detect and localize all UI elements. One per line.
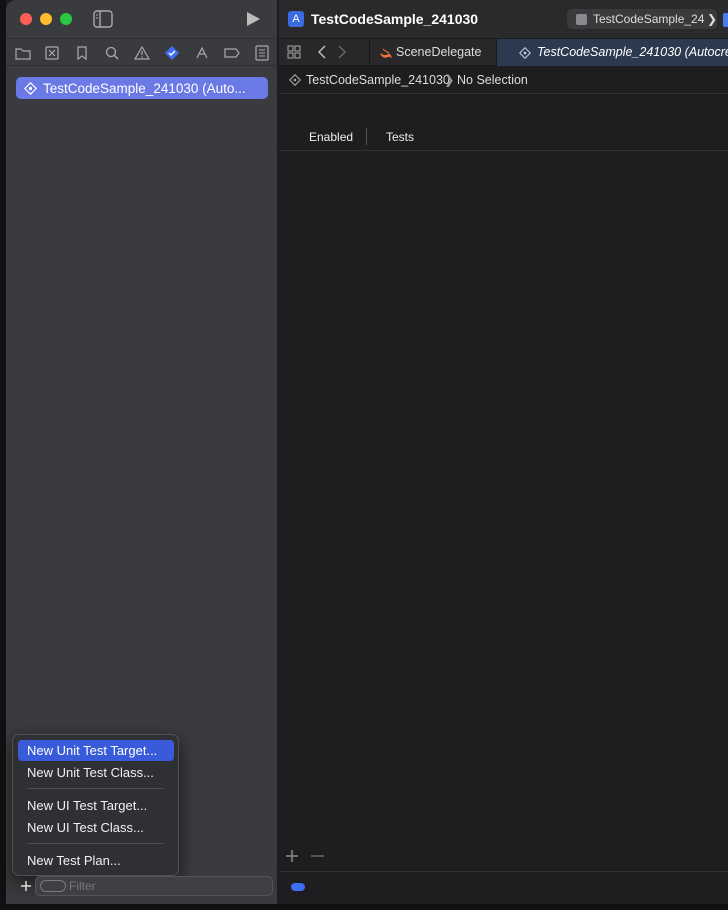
jump-bar-project[interactable]: TestCodeSample_241030 (306, 73, 450, 87)
search-icon[interactable] (103, 44, 121, 62)
column-enabled[interactable]: Enabled (309, 130, 353, 144)
editor-area: A TestCodeSample_241030 TestCodeSample_2… (279, 0, 728, 904)
xcode-project-icon: A (288, 11, 304, 27)
jump-bar-selection[interactable]: No Selection (457, 73, 528, 87)
window-title-bar: A TestCodeSample_241030 TestCodeSample_2… (279, 0, 728, 38)
menu-item-new-test-plan[interactable]: New Test Plan... (18, 850, 174, 871)
filter-placeholder: Filter (69, 879, 96, 893)
menu-separator (27, 788, 163, 789)
test-icon[interactable] (163, 44, 181, 62)
minimize-window-button[interactable] (40, 13, 52, 25)
menu-separator (27, 843, 163, 844)
window-edge (0, 904, 728, 910)
remove-icon[interactable] (311, 855, 324, 857)
test-target-row[interactable]: TestCodeSample_241030 (Auto... (16, 77, 268, 99)
source-control-icon[interactable] (43, 44, 61, 62)
column-tests[interactable]: Tests (386, 130, 414, 144)
tab-test-target[interactable]: TestCodeSample_241030 (Autocreat (497, 39, 728, 66)
test-target-label: TestCodeSample_241030 (Auto... (43, 80, 246, 96)
debug-icon[interactable] (193, 44, 211, 62)
filter-options-icon[interactable] (40, 880, 66, 892)
navigator-toolbar (6, 38, 278, 66)
menu-item-new-unit-test-target[interactable]: New Unit Test Target... (18, 740, 174, 761)
folder-icon[interactable] (14, 44, 32, 62)
column-divider (366, 128, 367, 145)
project-title: TestCodeSample_241030 (311, 11, 479, 27)
navigator-filter-bar: Filter (6, 873, 278, 901)
menu-item-new-ui-test-class[interactable]: New UI Test Class... (18, 817, 174, 838)
debug-area-indicator-icon[interactable] (291, 883, 305, 891)
add-icon[interactable] (19, 879, 33, 893)
swift-icon (380, 48, 392, 59)
scheme-selector[interactable]: TestCodeSample_24 ❯ (567, 9, 717, 29)
warning-icon[interactable] (133, 44, 151, 62)
report-icon[interactable] (253, 44, 271, 62)
grid-icon[interactable] (287, 45, 301, 59)
zoom-window-button[interactable] (60, 13, 72, 25)
tab-scene-delegate[interactable]: SceneDelegate (369, 39, 497, 66)
scheme-label: TestCodeSample_24 (593, 12, 705, 26)
test-plan-icon (289, 74, 301, 86)
run-button[interactable] (244, 10, 262, 28)
sidebar-toggle-icon[interactable] (93, 10, 113, 28)
scheme-app-icon (576, 14, 587, 25)
editor-bottom-bar (279, 871, 728, 904)
bookmark-icon[interactable] (73, 44, 91, 62)
editor-tab-bar: SceneDelegate TestCodeSample_241030 (Aut… (279, 38, 728, 66)
add-icon[interactable] (285, 849, 299, 863)
chevron-right-icon: ❯ (444, 73, 455, 87)
chevron-right-icon: ❯ (707, 12, 717, 26)
forward-chevron-icon[interactable] (337, 44, 347, 60)
jump-bar: TestCodeSample_241030 ❯ No Selection (279, 66, 728, 94)
tests-table-header: Enabled Tests (279, 122, 728, 151)
destination-icon[interactable] (723, 13, 728, 27)
back-chevron-icon[interactable] (317, 44, 327, 60)
close-window-button[interactable] (20, 13, 32, 25)
add-test-popup-menu: New Unit Test Target... New Unit Test Cl… (12, 734, 179, 876)
tab-label: SceneDelegate (396, 45, 482, 59)
test-plan-icon (519, 47, 531, 59)
menu-item-new-unit-test-class[interactable]: New Unit Test Class... (18, 762, 174, 783)
test-plan-icon (24, 81, 37, 95)
tab-label: TestCodeSample_241030 (Autocreat (537, 45, 728, 59)
menu-item-new-ui-test-target[interactable]: New UI Test Target... (18, 795, 174, 816)
breakpoint-icon[interactable] (223, 44, 241, 62)
filter-input[interactable]: Filter (35, 876, 273, 896)
